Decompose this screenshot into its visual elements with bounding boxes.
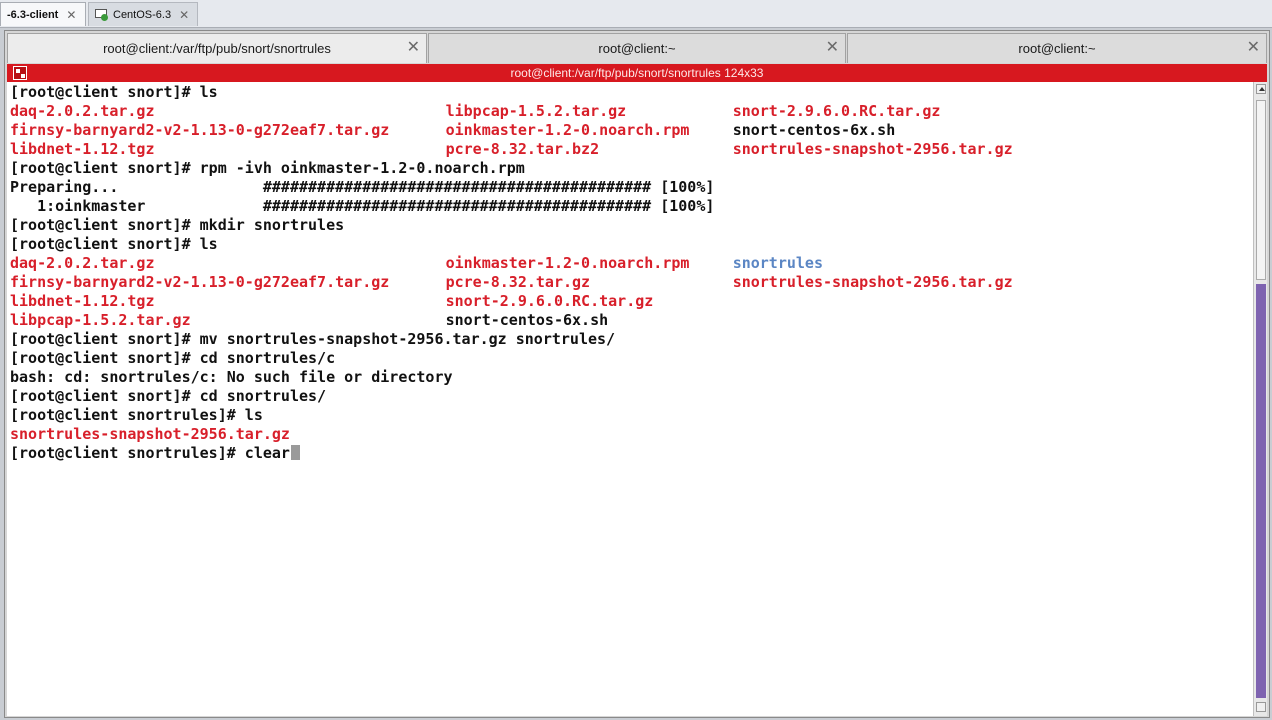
terminal-screen[interactable]: [root@client snort]# ls daq-2.0.2.tar.gz l… [7, 82, 1253, 716]
tab-label: root@client:~ [598, 41, 676, 56]
terminal-text: Preparing... ###########################… [10, 178, 715, 196]
scrollbar-track[interactable] [1256, 284, 1266, 698]
archive-entry: firnsy-barnyard2-v2-1.13-0-g272eaf7.tar.… [10, 273, 390, 291]
archive-entry: libdnet-1.12.tgz [10, 292, 155, 310]
text-cursor [290, 445, 300, 460]
archive-entry: firnsy-barnyard2-v2-1.13-0-g272eaf7.tar.… [10, 121, 390, 139]
close-icon[interactable]: ✕ [407, 40, 420, 56]
terminal-text: [root@client snort]# ls [10, 235, 218, 253]
archive-entry: snortrules-snapshot-2956.tar.gz [10, 425, 290, 443]
terminal-text: snort-centos-6x.sh [732, 121, 896, 139]
close-icon[interactable]: ✕ [66, 8, 76, 22]
directory-entry: snortrules [732, 254, 823, 272]
konsole-tab-bar: root@client:/var/ftp/pub/snort/snortrule… [7, 33, 1267, 63]
archive-entry: pcre-8.32.tar.gz [445, 273, 591, 291]
tab-snortrules[interactable]: root@client:/var/ftp/pub/snort/snortrule… [7, 33, 427, 63]
tab-label: root@client:/var/ftp/pub/snort/snortrule… [103, 41, 331, 56]
window-title-bar: root@client:/var/ftp/pub/snort/snortrule… [7, 64, 1267, 82]
close-icon[interactable]: ✕ [179, 8, 189, 22]
vm-icon [95, 8, 109, 21]
archive-entry: pcre-8.32.tar.bz2 [445, 140, 600, 158]
terminal-text: snort-centos-6x.sh [445, 311, 609, 329]
vm-tab-centos[interactable]: CentOS-6.3 ✕ [88, 2, 198, 26]
terminal-text: [root@client snort]# cd snortrules/c [10, 349, 336, 367]
terminal-text: [root@client snort]# cd snortrules/ [10, 387, 327, 405]
archive-entry: daq-2.0.2.tar.gz [10, 102, 155, 120]
scroll-down-icon[interactable] [1256, 702, 1266, 712]
archive-entry: snortrules-snapshot-2956.tar.gz [732, 273, 1013, 291]
terminal-text: [root@client snort]# mkdir snortrules [10, 216, 345, 234]
terminal-text: bash: cd: snortrules/c: No such file or … [10, 368, 453, 386]
archive-entry: oinkmaster-1.2-0.noarch.rpm [445, 121, 690, 139]
vm-tab-label: CentOS-6.3 [113, 8, 172, 21]
terminal-window: root@client:/var/ftp/pub/snort/snortrule… [4, 30, 1270, 718]
terminal-text: 1:oinkmaster ###########################… [10, 197, 715, 215]
vm-tab-client[interactable]: -6.3-client ✕ [0, 2, 86, 26]
terminal-text: [root@client snortrules]# ls [10, 406, 263, 424]
archive-entry: libpcap-1.5.2.tar.gz [10, 311, 191, 329]
terminal-text: [root@client snort]# rpm -ivh oinkmaster… [10, 159, 525, 177]
tab-home-1[interactable]: root@client:~ ✕ [428, 33, 846, 63]
tab-label: root@client:~ [1018, 41, 1096, 56]
window-menu-icon[interactable] [13, 66, 27, 80]
archive-entry: snort-2.9.6.0.RC.tar.gz [732, 102, 941, 120]
vm-tab-label: -6.3-client [7, 8, 59, 21]
archive-entry: libpcap-1.5.2.tar.gz [445, 102, 627, 120]
scrollbar-thumb[interactable] [1256, 100, 1266, 280]
archive-entry: libdnet-1.12.tgz [10, 140, 155, 158]
terminal-text: [root@client snort]# ls [10, 83, 218, 101]
archive-entry: daq-2.0.2.tar.gz [10, 254, 155, 272]
archive-entry: oinkmaster-1.2-0.noarch.rpm [445, 254, 690, 272]
close-icon[interactable]: ✕ [1247, 40, 1260, 56]
archive-entry: snortrules-snapshot-2956.tar.gz [732, 140, 1013, 158]
window-title: root@client:/var/ftp/pub/snort/snortrule… [510, 66, 764, 80]
scroll-up-icon[interactable] [1256, 84, 1266, 94]
vm-tab-strip: -6.3-client ✕ CentOS-6.3 ✕ [0, 0, 1272, 28]
tab-home-2[interactable]: root@client:~ ✕ [847, 33, 1267, 63]
terminal-text: [root@client snortrules]# clear [10, 444, 300, 463]
archive-entry: snort-2.9.6.0.RC.tar.gz [445, 292, 654, 310]
terminal-text: [root@client snort]# mv snortrules-snaps… [10, 330, 616, 348]
close-icon[interactable]: ✕ [826, 40, 839, 56]
vertical-scrollbar[interactable] [1253, 82, 1267, 716]
